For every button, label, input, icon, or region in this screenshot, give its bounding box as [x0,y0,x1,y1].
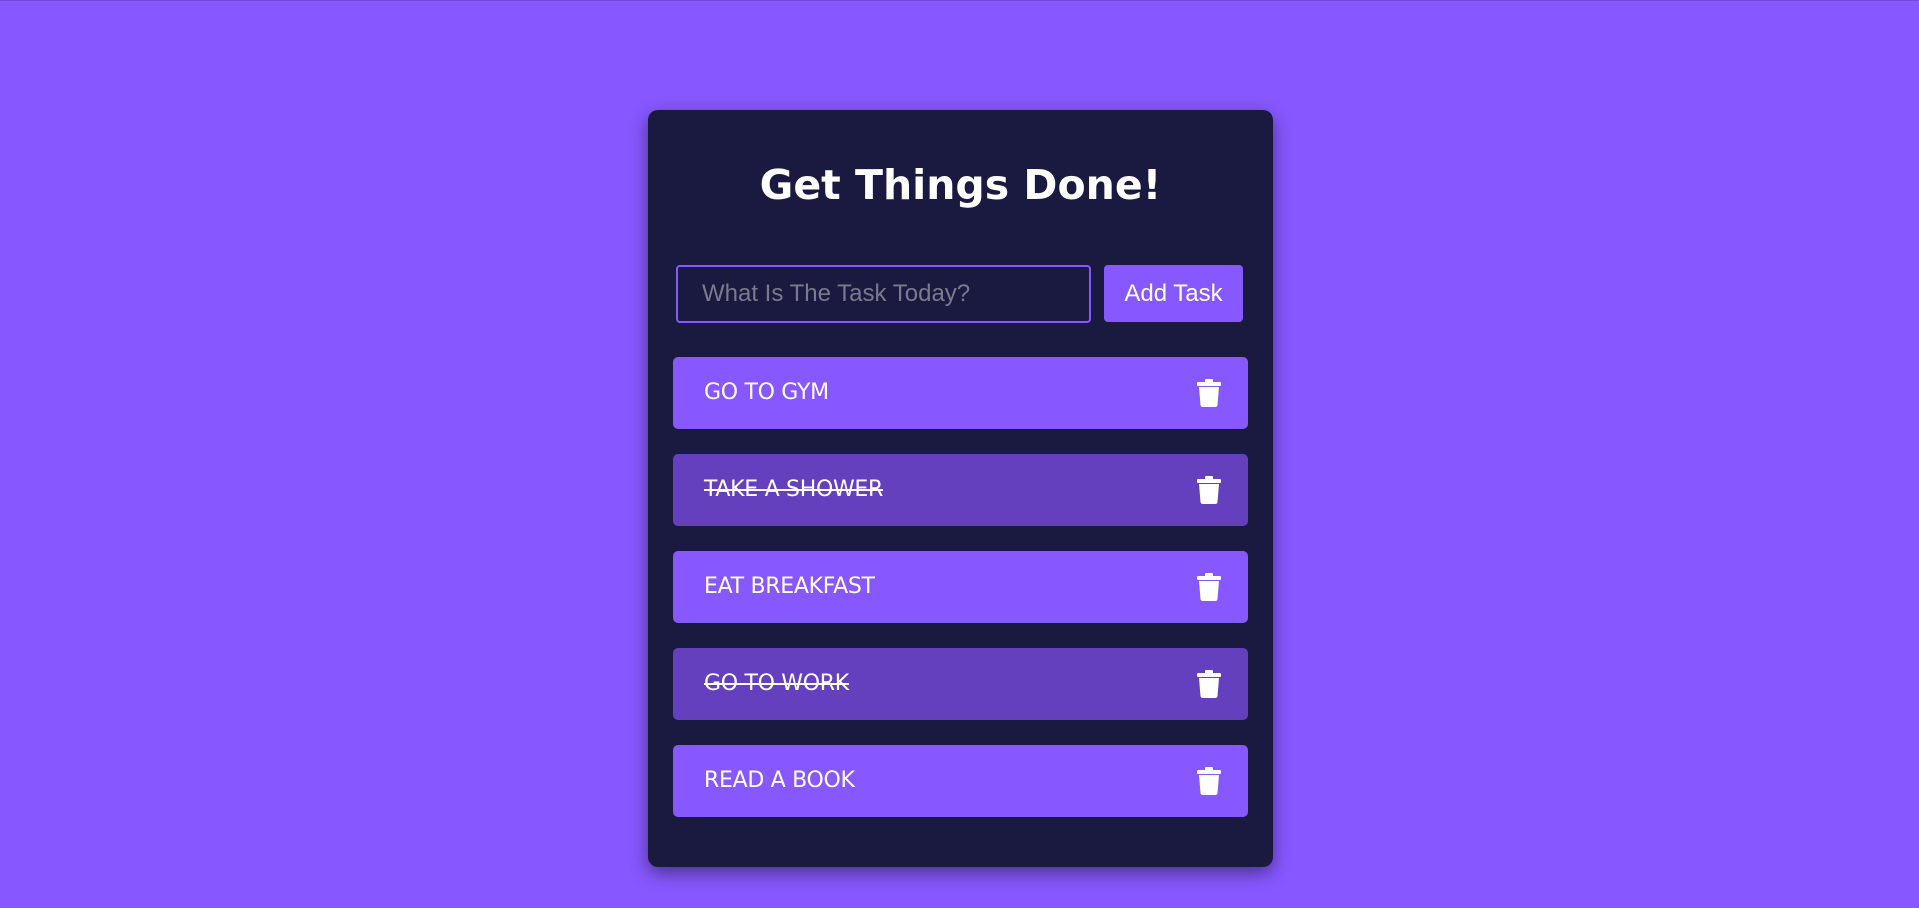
task-item[interactable]: GO TO GYM [673,357,1248,429]
trash-icon[interactable] [1196,573,1222,601]
task-form: Add Task [676,265,1246,323]
todo-card: Get Things Done! Add Task GO TO GYM TAKE… [648,110,1273,867]
task-input[interactable] [676,265,1091,323]
task-label[interactable]: TAKE A SHOWER [704,454,883,526]
add-task-button[interactable]: Add Task [1104,265,1243,322]
trash-icon[interactable] [1196,767,1222,795]
task-item[interactable]: TAKE A SHOWER [673,454,1248,526]
task-label[interactable]: GO TO WORK [704,648,849,720]
task-list: GO TO GYM TAKE A SHOWER EAT BREAKFAST GO… [673,357,1248,842]
trash-icon[interactable] [1196,379,1222,407]
trash-icon[interactable] [1196,670,1222,698]
task-item[interactable]: GO TO WORK [673,648,1248,720]
page-title: Get Things Done! [759,161,1162,209]
trash-icon[interactable] [1196,476,1222,504]
task-label[interactable]: READ A BOOK [704,745,855,817]
task-label[interactable]: GO TO GYM [704,357,829,429]
top-border [0,0,1919,1]
task-label[interactable]: EAT BREAKFAST [704,551,875,623]
task-item[interactable]: EAT BREAKFAST [673,551,1248,623]
task-item[interactable]: READ A BOOK [673,745,1248,817]
